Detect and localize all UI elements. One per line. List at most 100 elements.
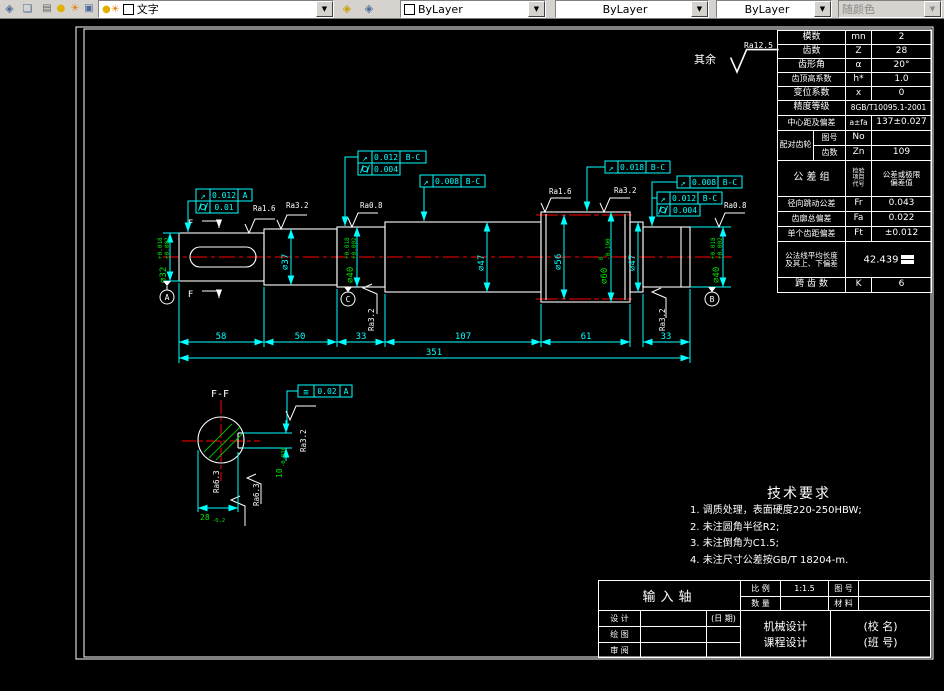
param-value: 6 bbox=[871, 277, 933, 293]
param-symbol: a±fa bbox=[845, 115, 873, 131]
param-label: 配对齿轮 bbox=[777, 130, 814, 161]
dim-107: 107 bbox=[455, 332, 471, 342]
param-label: 齿顶高系数 bbox=[776, 72, 847, 87]
layer-combo[interactable]: ● ☀ 文字 ▼ bbox=[98, 0, 334, 18]
draft-date bbox=[706, 626, 741, 643]
bulb-icon[interactable]: ● bbox=[54, 0, 68, 16]
dia-37-label: ⌀37 bbox=[281, 254, 291, 270]
roughness-icon bbox=[285, 405, 317, 421]
circular-runout-icon: ↗ bbox=[362, 154, 367, 164]
cad-application: { "toolbar": { "layer_value": "文字", "col… bbox=[0, 0, 944, 673]
param-value: 公差或极限 偏差值 bbox=[871, 160, 933, 197]
param-value: ±0.012 bbox=[871, 226, 933, 242]
drawing-no-value bbox=[858, 580, 931, 597]
dia-47-right-label: ⌀47 bbox=[628, 255, 638, 271]
param-label: 齿形角 bbox=[776, 58, 847, 73]
param-value: 137±0.027 bbox=[871, 115, 933, 131]
draft-label: 绘 图 bbox=[598, 626, 641, 643]
param-symbol: Zn bbox=[845, 145, 873, 161]
roughness-icon bbox=[244, 218, 276, 234]
chevron-down-icon[interactable]: ▼ bbox=[691, 1, 708, 17]
new-layer-icon[interactable]: ▤ bbox=[40, 0, 54, 16]
cylindricity-icon bbox=[198, 202, 208, 212]
linetype-combo[interactable]: ByLayer ▼ bbox=[555, 0, 709, 18]
lineweight-combo[interactable]: ByLayer ▼ bbox=[716, 0, 832, 18]
param-label: 径向跳动公差 bbox=[776, 196, 847, 212]
chevron-down-icon[interactable]: ▼ bbox=[316, 1, 333, 17]
tech-req-item: 2. 未注圆角半径R2; bbox=[690, 521, 780, 533]
fcf-value: 0.012 bbox=[374, 153, 398, 162]
sun-icon[interactable]: ☀ bbox=[68, 0, 82, 16]
roughness-icon bbox=[276, 214, 308, 230]
fcf-value: 0.008 bbox=[435, 177, 459, 186]
chevron-down-icon[interactable]: ▼ bbox=[528, 1, 545, 17]
title-block: 输入轴 比 例 1:1.5 图 号 数 量 材 料 设 计 (日 期) 绘 图 … bbox=[598, 580, 931, 658]
review-date bbox=[706, 642, 741, 658]
param-value: 0.043 bbox=[871, 196, 933, 212]
keyway-depth-dim: 28 -0.2 bbox=[200, 513, 225, 524]
toolbar: ◈ ❏ ▤ ● ☀ ▣ ● ☀ 文字 ▼ ◈ ◈ ByLayer ▼ ByLay… bbox=[0, 0, 944, 19]
layer-previous-icon[interactable]: ◈ bbox=[359, 0, 379, 16]
dim-50: 50 bbox=[295, 332, 306, 342]
length-dimensions: 58 50 33 107 61 33 351 bbox=[216, 332, 672, 358]
chevron-down-icon[interactable]: ▼ bbox=[814, 1, 831, 17]
fcf-datum-ref: B-C bbox=[406, 153, 421, 162]
roughness-label: Ra3.2 bbox=[299, 429, 308, 452]
dim-33a: 33 bbox=[356, 332, 367, 342]
section-mark-top: F bbox=[188, 219, 193, 229]
section-dims bbox=[197, 420, 292, 512]
fcf-datum-ref: B-C bbox=[723, 178, 738, 187]
svg-text:+0.018: +0.018 bbox=[344, 237, 351, 259]
fcf-value: 0.012 bbox=[212, 191, 236, 200]
param-label: 齿数 bbox=[776, 44, 847, 59]
roughness-labels: Ra1.6 Ra3.2 Ra0.8 Ra1.6 Ra3.2 Ra0.8 Ra3.… bbox=[212, 186, 747, 506]
fcf-value: 0.018 bbox=[620, 163, 644, 172]
circular-runout-icon: ↗ bbox=[200, 192, 205, 202]
drawing-no-label: 图 号 bbox=[828, 580, 859, 597]
param-value: 0.022 bbox=[871, 211, 933, 227]
svg-text:-0.2: -0.2 bbox=[212, 518, 225, 524]
review-label: 审 阅 bbox=[598, 642, 641, 658]
keyway-width-dim: 10 -0.036 bbox=[275, 447, 287, 478]
plot-style-combo: 随颜色 ▼ bbox=[838, 0, 942, 18]
fcf-value: 0.004 bbox=[673, 206, 697, 215]
circular-runout-icon: ↗ bbox=[423, 178, 428, 188]
param-label: 精度等级 bbox=[776, 100, 847, 116]
draft-value bbox=[640, 626, 707, 643]
dia-40-right-label: ⌀40 +0.018 +0.002 bbox=[710, 237, 724, 283]
make-layer-current-icon[interactable]: ◈ bbox=[337, 0, 357, 16]
symmetry-icon: ≡ bbox=[303, 388, 309, 398]
section-hatch bbox=[203, 423, 243, 461]
layer-properties-icon[interactable]: ◈ bbox=[1, 0, 18, 16]
color-combo[interactable]: ByLayer ▼ bbox=[400, 0, 546, 18]
roughness-label: Ra3.2 bbox=[614, 186, 637, 195]
section-cut-marks: F F bbox=[188, 219, 223, 300]
param-label: 跨 齿 数 bbox=[776, 277, 847, 293]
param-symbol: h* bbox=[845, 72, 873, 87]
svg-text:⌀56: ⌀56 bbox=[554, 254, 564, 270]
org-name: 机械设计 课程设计 bbox=[740, 610, 831, 658]
datum-b-label: B bbox=[710, 295, 715, 304]
color-value: ByLayer bbox=[418, 2, 463, 16]
datums bbox=[159, 281, 720, 307]
roughness-icon bbox=[540, 197, 572, 213]
roughness-label: Ra0.8 bbox=[360, 201, 383, 210]
param-label: 公法线平均长度 及其上、下偏差 bbox=[776, 241, 847, 278]
svg-text:+0.018: +0.018 bbox=[157, 237, 164, 259]
param-symbol: Fr bbox=[845, 196, 873, 212]
param-symbol: mn bbox=[845, 30, 873, 45]
fcf-frames bbox=[195, 150, 743, 398]
dia-32-label: ⌀32 +0.018 +0.002 bbox=[157, 237, 171, 283]
material-value bbox=[858, 596, 931, 611]
centerlines bbox=[163, 214, 732, 481]
layer-thaw-icon: ☀ bbox=[110, 3, 120, 15]
layer-manager-icon[interactable]: ❏ bbox=[19, 0, 36, 16]
svg-text:+0.002: +0.002 bbox=[164, 237, 171, 259]
scale-label: 比 例 bbox=[740, 580, 781, 597]
fcf-value: 0.02 bbox=[317, 387, 336, 396]
roughness-label: Ra1.6 bbox=[549, 187, 572, 196]
param-label: 公 差 组 bbox=[776, 160, 847, 197]
fcf-value: 0.004 bbox=[374, 165, 398, 174]
lock-icon[interactable]: ▣ bbox=[82, 0, 96, 16]
layer-color-swatch bbox=[122, 3, 134, 15]
